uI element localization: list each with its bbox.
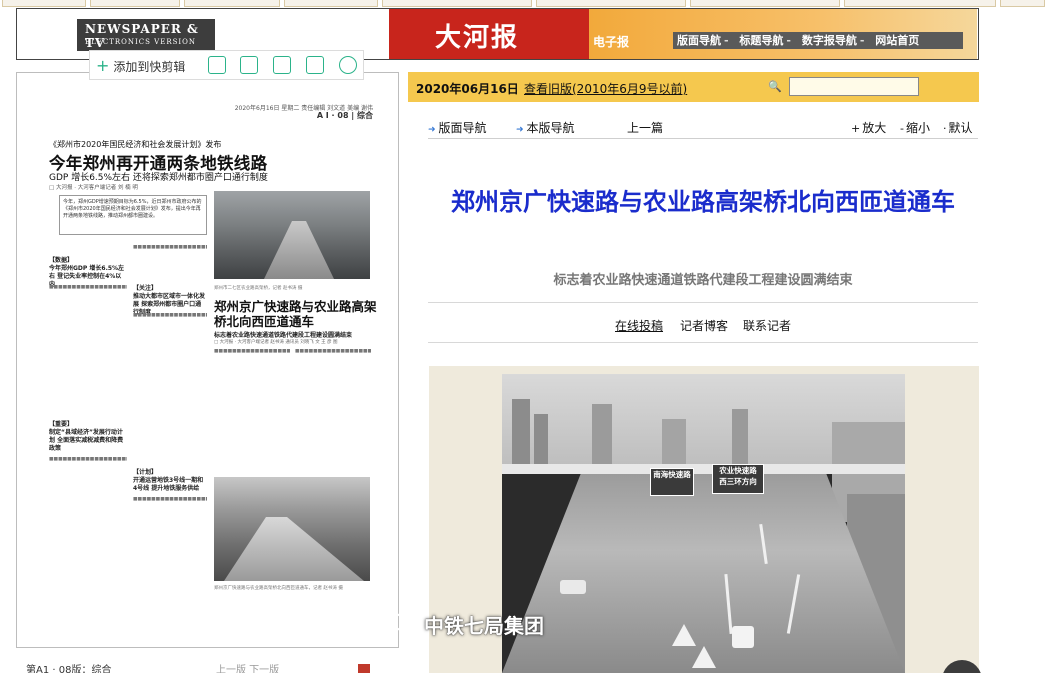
- section-heading: 制定“县域经济”发展行动计划 全面落实减税减费和降费政策: [49, 429, 124, 452]
- minus-icon: -: [900, 122, 904, 135]
- page-nav-link[interactable]: ➜ 版面导航: [428, 119, 487, 136]
- plus-icon: +: [96, 56, 110, 75]
- arrow-right-icon: ➜: [428, 125, 436, 135]
- fullscreen-icon[interactable]: [240, 56, 258, 74]
- watermark-text: 中铁七局集团: [424, 614, 544, 638]
- zoom-reset-button[interactable]: · 默认: [943, 119, 973, 136]
- zoom-out-button[interactable]: - 缩小: [900, 119, 930, 136]
- browser-tab[interactable]: [690, 0, 840, 7]
- logo-line2: ELECTRONICS VERSION: [85, 38, 197, 46]
- section-tag: 【计划】: [133, 469, 158, 476]
- article-toolbar: ➜ 版面导航 ➜ 本版导航 上一篇 + 放大 - 缩小 · 默认: [408, 114, 979, 138]
- browser-tab[interactable]: [184, 0, 280, 7]
- dot-icon: ·: [943, 122, 947, 135]
- nav-digital-paper[interactable]: 数字报导航: [802, 34, 857, 47]
- newspaper-page: 2020年6月16日 星期二 责任编辑 刘文道 美编 谢伟 A I · 08 |…: [29, 73, 389, 647]
- text-column: ■■■■■■■■■■■■■■■■■■■■■■■■■■■■■■■■■■■■■■■■…: [133, 497, 207, 502]
- article-panel: 2020年06月16日 查看旧版(2010年6月9号以前) 🔍 ➜ 版面导航 ➜ 本…: [408, 72, 979, 673]
- zoom-in-label: 放大: [862, 121, 887, 135]
- old-edition-link[interactable]: 查看旧版(2010年6月9号以前): [524, 80, 687, 97]
- story-subheadline-overpass: 标志着农业路快速通道铁路代建段工程建设圆满结束: [214, 332, 353, 339]
- paper-name-logo[interactable]: 大河报: [389, 9, 589, 59]
- section-heading: 开通运营地铁3号线一期和4号线 提升地铁服务供给: [133, 477, 204, 492]
- photo-caption: 郑州市二七区农业路高架桥，记者 赵书涛 摄: [214, 286, 303, 291]
- nav-page-navigation[interactable]: 版面导航: [677, 34, 721, 47]
- road-sign-right: 农业快速路 西三环方向: [712, 464, 764, 494]
- zoom-in-button[interactable]: + 放大: [851, 119, 886, 136]
- top-nav: 版面导航 - 标题导航 - 数字报导航 - 网站首页: [673, 32, 963, 49]
- article-photo[interactable]: 南海快速路 农业快速路 西三环方向: [502, 374, 905, 673]
- story-kicker[interactable]: 《郑州市2020年国民经济和社会发展计划》发布: [49, 139, 221, 150]
- contact-reporter-link[interactable]: 联系记者: [743, 317, 791, 334]
- share-icon[interactable]: [306, 56, 324, 74]
- zoom-reset-label: 默认: [948, 121, 973, 135]
- text-column: ■■■■■■■■■■■■■■■■■■■■■■■■■■■■■■■■■■■■■■■■…: [49, 457, 127, 462]
- browser-tab[interactable]: [844, 0, 996, 7]
- browser-tab[interactable]: [382, 0, 532, 7]
- settings-icon[interactable]: [339, 56, 357, 74]
- section-tag: 【重要】: [49, 421, 74, 428]
- browser-tab[interactable]: [1000, 0, 1045, 7]
- text-column: ■■■■■■■■■■■■■■■■■■■■■■■■■■■■■■■■■■■■■■■■…: [49, 285, 127, 290]
- submit-article-link[interactable]: 在线投稿: [615, 317, 663, 334]
- browser-tab-strip: [0, 0, 1047, 8]
- epaper-bar: 电子报 版面导航 - 标题导航 - 数字报导航 - 网站首页: [589, 9, 977, 59]
- newspaper-tv-logo: NEWSPAPER & TV ELECTRONICS VERSION: [77, 19, 215, 51]
- story-headline-overpass[interactable]: 郑州京广快速路与农业路高架桥北向西匝道通车: [214, 299, 379, 329]
- page-footer: 第A1 · 08版：综合 上一版 下一版: [16, 660, 399, 673]
- page-number: A I · 08 | 综合: [316, 111, 373, 120]
- page-label: 第A1 · 08版：综合: [26, 665, 112, 673]
- nav-title-navigation[interactable]: 标题导航: [739, 34, 783, 47]
- story-byline: □ 大河报 · 大河客户端记者 刘 楠 明: [49, 185, 138, 191]
- zoom-out-label: 缩小: [905, 121, 930, 135]
- article-subtitle: 标志着农业路快速通道铁路代建段工程建设圆满结束: [553, 273, 853, 288]
- issue-date: 2020年06月16日: [416, 82, 519, 96]
- news-photo-ramp[interactable]: [214, 477, 370, 581]
- divider: [428, 138, 978, 139]
- page-nav-label: 版面导航: [438, 121, 487, 135]
- browser-tab[interactable]: [90, 0, 180, 7]
- text-column: ■■■■■■■■■■■■■■■■■■■■■■■■■■■■■■■■■■■■■■■■…: [133, 313, 207, 318]
- search-icon[interactable]: 🔍: [768, 80, 782, 93]
- story-lead-box: 今年，郑州GDP增速预期目标为6.5%，近日郑州市政府公布的《郑州市2020年国…: [59, 195, 207, 235]
- wechat-icon: [392, 613, 419, 635]
- save-icon[interactable]: [273, 56, 291, 74]
- section-tag: 【关注】: [133, 285, 158, 292]
- screen: NEWSPAPER & TV ELECTRONICS VERSION 大河报 电…: [0, 0, 1047, 673]
- this-page-nav-link[interactable]: ➜ 本版导航: [516, 119, 575, 136]
- browser-tab[interactable]: [536, 0, 686, 7]
- paper-name: 大河报: [435, 23, 520, 53]
- text-column: ■■■■■■■■■■■■■■■■■■■■■■■■■■■■■■■■■■■■■■■■…: [214, 349, 290, 354]
- newspaper-page-thumbnail[interactable]: 2020年6月16日 星期二 责任编辑 刘文道 美编 谢伟 A I · 08 |…: [16, 72, 399, 648]
- news-photo-overpass[interactable]: [214, 191, 370, 279]
- epaper-label: 电子报: [593, 35, 630, 49]
- search-input[interactable]: [789, 77, 919, 96]
- road-sign-left: 南海快速路: [650, 468, 694, 496]
- text-column: ■■■■■■■■■■■■■■■■■■■■■■■■■■■■■■■■■■■■■■■■…: [295, 349, 371, 354]
- plus-icon: +: [851, 122, 861, 135]
- browser-tab[interactable]: [284, 0, 378, 7]
- add-to-clip-button[interactable]: + 添加到快剪辑: [96, 56, 185, 75]
- date-bar: 2020年06月16日 查看旧版(2010年6月9号以前) 🔍: [408, 72, 979, 102]
- prev-article-link[interactable]: 上一篇: [627, 119, 663, 136]
- divider: [428, 342, 978, 343]
- story-byline-overpass: □ 大河报 · 大河客户端记者 赵书涛 通讯员 刘晓飞 文 王 彦 图: [214, 340, 338, 345]
- page-pagination[interactable]: 上一版 下一版: [216, 661, 279, 673]
- section-tag: 【数据】: [49, 257, 74, 264]
- clip-toolbar: + 添加到快剪辑: [89, 50, 364, 80]
- photo-caption: 郑州京广快速路与农业路高架桥北向西匝道通车，记者 赵书涛 摄: [214, 586, 343, 591]
- copy-icon[interactable]: [208, 56, 226, 74]
- text-column: ■■■■■■■■■■■■■■■■■■■■■■■■■■■■■■■■■■■■■■■■…: [133, 245, 207, 250]
- nav-site-home[interactable]: 网站首页: [875, 34, 919, 47]
- arrow-right-icon: ➜: [516, 125, 524, 135]
- pdf-icon[interactable]: [358, 664, 370, 673]
- story-subheadline: GDP 增长6.5%左右 还将探索郑州都市圈产口通行制度: [49, 173, 268, 183]
- this-page-nav-label: 本版导航: [526, 121, 575, 135]
- browser-tab[interactable]: [2, 0, 86, 7]
- reporter-blog-link[interactable]: 记者博客: [680, 317, 728, 334]
- article-title: 郑州京广快速路与农业路高架桥北向西匝道通车: [451, 188, 955, 216]
- divider: [428, 302, 978, 303]
- add-to-clip-label: 添加到快剪辑: [113, 60, 186, 74]
